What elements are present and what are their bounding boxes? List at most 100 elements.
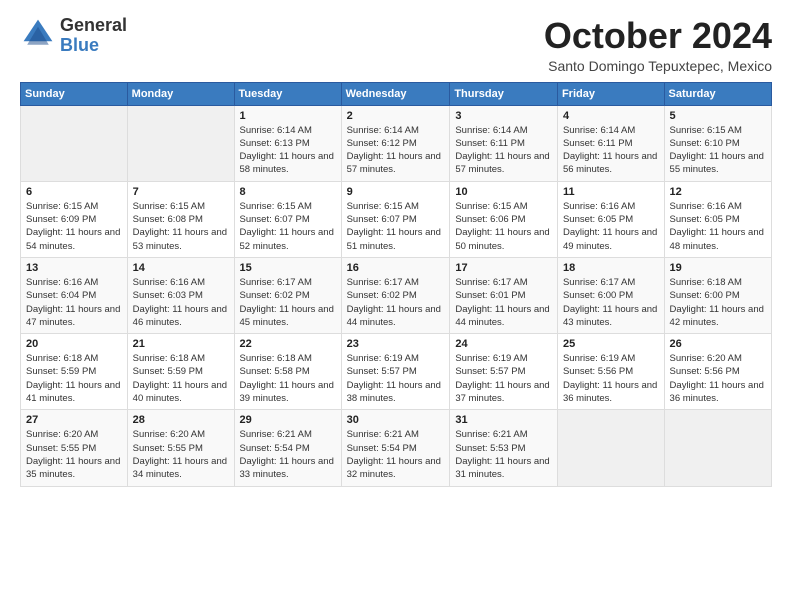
table-cell: 6 Sunrise: 6:15 AMSunset: 6:09 PMDaylight… — [21, 181, 128, 257]
day-info: Sunrise: 6:18 AMSunset: 5:59 PMDaylight:… — [26, 352, 122, 405]
day-info: Sunrise: 6:14 AMSunset: 6:11 PMDaylight:… — [455, 124, 552, 177]
day-info: Sunrise: 6:15 AMSunset: 6:07 PMDaylight:… — [240, 200, 336, 253]
day-number: 22 — [240, 338, 336, 350]
table-cell: 24Sunrise: 6:19 AMSunset: 5:57 PMDayligh… — [450, 334, 558, 410]
table-cell: 18 Sunrise: 6:17 AMSunset: 6:00 PMDayligh… — [557, 257, 664, 333]
table-cell: 30Sunrise: 6:21 AMSunset: 5:54 PMDayligh… — [341, 410, 450, 486]
table-cell — [21, 105, 128, 181]
table-cell: 13Sunrise: 6:16 AMSunset: 6:04 PMDayligh… — [21, 257, 128, 333]
day-number: 1 — [240, 110, 336, 122]
calendar-table: Sunday Monday Tuesday Wednesday Thursday… — [20, 82, 772, 487]
day-info: Sunrise: 6:15 AMSunset: 6:09 PMDaylight:… — [26, 200, 122, 253]
day-info: Sunrise: 6:16 AMSunset: 6:05 PMDaylight:… — [670, 200, 766, 253]
table-cell: 5 Sunrise: 6:15 AMSunset: 6:10 PMDaylight… — [664, 105, 771, 181]
table-cell: 15 Sunrise: 6:17 AMSunset: 6:02 PMDayligh… — [234, 257, 341, 333]
day-number: 27 — [26, 414, 122, 426]
day-number: 4 — [563, 110, 659, 122]
table-cell: 10Sunrise: 6:15 AMSunset: 6:06 PMDayligh… — [450, 181, 558, 257]
day-number: 11 — [563, 186, 659, 198]
day-number: 2 — [347, 110, 445, 122]
week-row-2: 6 Sunrise: 6:15 AMSunset: 6:09 PMDaylight… — [21, 181, 772, 257]
col-tuesday: Tuesday — [234, 82, 341, 105]
day-number: 9 — [347, 186, 445, 198]
logo-blue-text: Blue — [60, 36, 127, 56]
day-number: 13 — [26, 262, 122, 274]
day-info: Sunrise: 6:15 AMSunset: 6:06 PMDaylight:… — [455, 200, 552, 253]
day-number: 24 — [455, 338, 552, 350]
day-info: Sunrise: 6:18 AMSunset: 5:58 PMDaylight:… — [240, 352, 336, 405]
day-number: 16 — [347, 262, 445, 274]
day-number: 14 — [133, 262, 229, 274]
header: General Blue October 2024 Santo Domingo … — [20, 16, 772, 74]
col-monday: Monday — [127, 82, 234, 105]
day-number: 28 — [133, 414, 229, 426]
calendar-header: Sunday Monday Tuesday Wednesday Thursday… — [21, 82, 772, 105]
day-info: Sunrise: 6:15 AMSunset: 6:07 PMDaylight:… — [347, 200, 445, 253]
day-info: Sunrise: 6:21 AMSunset: 5:54 PMDaylight:… — [347, 428, 445, 481]
day-number: 23 — [347, 338, 445, 350]
week-row-1: 1 Sunrise: 6:14 AMSunset: 6:13 PMDaylight… — [21, 105, 772, 181]
week-row-3: 13Sunrise: 6:16 AMSunset: 6:04 PMDayligh… — [21, 257, 772, 333]
table-cell: 28Sunrise: 6:20 AMSunset: 5:55 PMDayligh… — [127, 410, 234, 486]
day-info: Sunrise: 6:17 AMSunset: 6:02 PMDaylight:… — [347, 276, 445, 329]
logo-icon — [20, 16, 56, 52]
day-number: 6 — [26, 186, 122, 198]
day-info: Sunrise: 6:14 AMSunset: 6:12 PMDaylight:… — [347, 124, 445, 177]
table-cell: 29Sunrise: 6:21 AMSunset: 5:54 PMDayligh… — [234, 410, 341, 486]
day-info: Sunrise: 6:16 AMSunset: 6:03 PMDaylight:… — [133, 276, 229, 329]
table-cell: 27 Sunrise: 6:20 AMSunset: 5:55 PMDayligh… — [21, 410, 128, 486]
week-row-4: 20 Sunrise: 6:18 AMSunset: 5:59 PMDayligh… — [21, 334, 772, 410]
day-info: Sunrise: 6:20 AMSunset: 5:56 PMDaylight:… — [670, 352, 766, 405]
table-cell: 22 Sunrise: 6:18 AMSunset: 5:58 PMDayligh… — [234, 334, 341, 410]
day-number: 25 — [563, 338, 659, 350]
day-number: 15 — [240, 262, 336, 274]
day-info: Sunrise: 6:17 AMSunset: 6:02 PMDaylight:… — [240, 276, 336, 329]
logo-text: General Blue — [60, 16, 127, 56]
day-info: Sunrise: 6:17 AMSunset: 6:01 PMDaylight:… — [455, 276, 552, 329]
logo-general-text: General — [60, 16, 127, 36]
day-number: 21 — [133, 338, 229, 350]
table-cell: 4 Sunrise: 6:14 AMSunset: 6:11 PMDaylight… — [557, 105, 664, 181]
day-number: 3 — [455, 110, 552, 122]
col-wednesday: Wednesday — [341, 82, 450, 105]
day-info: Sunrise: 6:14 AMSunset: 6:11 PMDaylight:… — [563, 124, 659, 177]
table-cell: 12 Sunrise: 6:16 AMSunset: 6:05 PMDayligh… — [664, 181, 771, 257]
page: General Blue October 2024 Santo Domingo … — [0, 0, 792, 612]
title-block: October 2024 Santo Domingo Tepuxtepec, M… — [544, 16, 772, 74]
table-cell: 21Sunrise: 6:18 AMSunset: 5:59 PMDayligh… — [127, 334, 234, 410]
col-friday: Friday — [557, 82, 664, 105]
logo: General Blue — [20, 16, 127, 56]
day-info: Sunrise: 6:19 AMSunset: 5:56 PMDaylight:… — [563, 352, 659, 405]
day-number: 20 — [26, 338, 122, 350]
day-number: 18 — [563, 262, 659, 274]
day-info: Sunrise: 6:19 AMSunset: 5:57 PMDaylight:… — [347, 352, 445, 405]
col-saturday: Saturday — [664, 82, 771, 105]
day-number: 8 — [240, 186, 336, 198]
table-cell: 26 Sunrise: 6:20 AMSunset: 5:56 PMDayligh… — [664, 334, 771, 410]
table-cell: 23 Sunrise: 6:19 AMSunset: 5:57 PMDayligh… — [341, 334, 450, 410]
table-cell: 20 Sunrise: 6:18 AMSunset: 5:59 PMDayligh… — [21, 334, 128, 410]
day-number: 5 — [670, 110, 766, 122]
table-cell: 7Sunrise: 6:15 AMSunset: 6:08 PMDaylight… — [127, 181, 234, 257]
table-cell: 2 Sunrise: 6:14 AMSunset: 6:12 PMDaylight… — [341, 105, 450, 181]
day-info: Sunrise: 6:20 AMSunset: 5:55 PMDaylight:… — [26, 428, 122, 481]
table-cell: 31Sunrise: 6:21 AMSunset: 5:53 PMDayligh… — [450, 410, 558, 486]
location-subtitle: Santo Domingo Tepuxtepec, Mexico — [544, 58, 772, 74]
table-cell: 14 Sunrise: 6:16 AMSunset: 6:03 PMDayligh… — [127, 257, 234, 333]
day-info: Sunrise: 6:15 AMSunset: 6:10 PMDaylight:… — [670, 124, 766, 177]
table-cell: 16 Sunrise: 6:17 AMSunset: 6:02 PMDayligh… — [341, 257, 450, 333]
day-number: 12 — [670, 186, 766, 198]
col-sunday: Sunday — [21, 82, 128, 105]
day-info: Sunrise: 6:14 AMSunset: 6:13 PMDaylight:… — [240, 124, 336, 177]
table-cell — [127, 105, 234, 181]
day-info: Sunrise: 6:17 AMSunset: 6:00 PMDaylight:… — [563, 276, 659, 329]
day-number: 17 — [455, 262, 552, 274]
day-number: 26 — [670, 338, 766, 350]
header-row: Sunday Monday Tuesday Wednesday Thursday… — [21, 82, 772, 105]
table-cell: 1 Sunrise: 6:14 AMSunset: 6:13 PMDaylight… — [234, 105, 341, 181]
day-number: 7 — [133, 186, 229, 198]
table-cell — [664, 410, 771, 486]
table-cell: 8 Sunrise: 6:15 AMSunset: 6:07 PMDaylight… — [234, 181, 341, 257]
table-cell: 3 Sunrise: 6:14 AMSunset: 6:11 PMDaylight… — [450, 105, 558, 181]
calendar-body: 1 Sunrise: 6:14 AMSunset: 6:13 PMDaylight… — [21, 105, 772, 486]
